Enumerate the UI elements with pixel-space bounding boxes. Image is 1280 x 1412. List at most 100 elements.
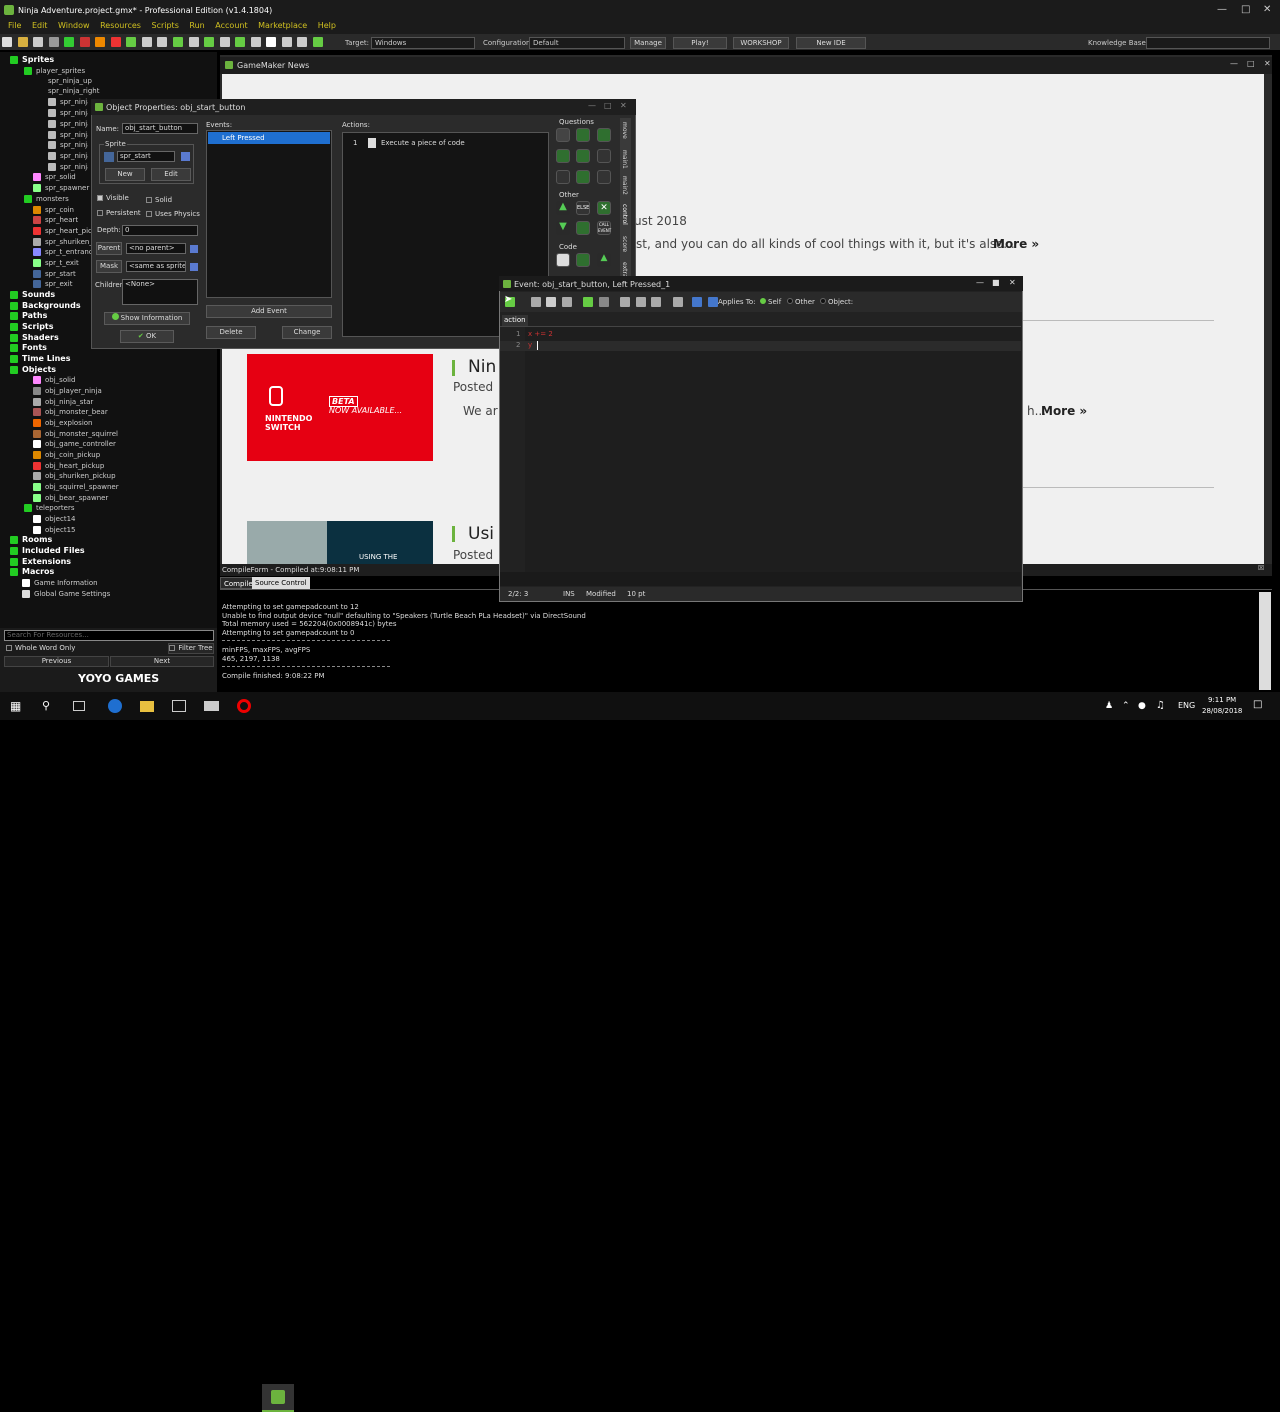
- triangle-down-icon[interactable]: ▼: [556, 221, 570, 235]
- palette-icon[interactable]: [556, 149, 570, 163]
- export-icon[interactable]: [48, 37, 59, 47]
- news-heading-2[interactable]: Nin: [468, 357, 496, 377]
- clock-time[interactable]: 9:11 PM: [1208, 696, 1236, 704]
- edge-icon[interactable]: [108, 699, 122, 713]
- path-icon[interactable]: [173, 37, 184, 47]
- tree-item[interactable]: obj_player_ninja: [33, 386, 102, 396]
- tree-item[interactable]: spr_exit: [33, 279, 72, 289]
- repeat-icon[interactable]: [576, 221, 590, 235]
- notifications-icon[interactable]: □: [1253, 699, 1262, 710]
- delete-event-button[interactable]: Delete: [206, 326, 256, 339]
- obj-close-icon[interactable]: ✕: [620, 101, 627, 110]
- manage-button[interactable]: Manage: [630, 37, 666, 49]
- news-more-link-1[interactable]: More »: [993, 237, 1039, 251]
- tree-item[interactable]: spr_shuriken_: [33, 237, 91, 247]
- menu-account[interactable]: Account: [215, 21, 247, 30]
- palette-icon[interactable]: [597, 128, 611, 142]
- tree-global-settings[interactable]: Global Game Settings: [22, 589, 110, 599]
- run-icon[interactable]: [64, 37, 75, 47]
- else-icon[interactable]: ELSE: [576, 201, 590, 215]
- maximize-icon[interactable]: □: [1241, 4, 1250, 15]
- tree-item[interactable]: spr_ninja_right: [48, 86, 99, 96]
- tree-item[interactable]: spr_spawner: [33, 183, 89, 193]
- play-button[interactable]: Play!: [673, 37, 727, 49]
- call-event-icon[interactable]: CALL EVENT: [597, 221, 611, 235]
- tab-score[interactable]: score: [621, 236, 628, 252]
- exit-event-icon[interactable]: ✕: [597, 201, 611, 215]
- tab-move[interactable]: move: [621, 122, 628, 139]
- persistent-checkbox[interactable]: Persistent: [97, 209, 141, 217]
- network-icon[interactable]: ●: [1138, 701, 1146, 711]
- tree-folder-teleporters[interactable]: teleporters: [24, 503, 74, 513]
- uses-physics-checkbox[interactable]: Uses Physics: [146, 210, 200, 218]
- menu-run[interactable]: Run: [189, 21, 204, 30]
- applies-object-radio[interactable]: Object:: [820, 298, 853, 306]
- using-article-image[interactable]: USING THE: [247, 521, 433, 564]
- menu-marketplace[interactable]: Marketplace: [258, 21, 307, 30]
- volume-icon[interactable]: ♫: [1156, 700, 1165, 711]
- target-select[interactable]: Windows: [371, 37, 475, 49]
- store-icon[interactable]: [172, 700, 186, 712]
- clean-icon[interactable]: [110, 37, 121, 47]
- tree-objects[interactable]: Objects: [10, 365, 56, 375]
- open-icon[interactable]: [17, 37, 28, 47]
- code-maximize-icon[interactable]: ■: [992, 278, 1000, 287]
- menu-scripts[interactable]: Scripts: [151, 21, 178, 30]
- stop-icon[interactable]: [95, 37, 106, 47]
- find-icon[interactable]: [672, 297, 683, 307]
- code-tab-action[interactable]: action: [502, 315, 528, 326]
- settings-icon[interactable]: [297, 37, 308, 47]
- tree-item[interactable]: spr_heart: [33, 215, 78, 225]
- file-explorer-icon[interactable]: [140, 701, 154, 712]
- line-numbers-icon[interactable]: [692, 297, 703, 307]
- script-icon[interactable]: [188, 37, 199, 47]
- depth-input[interactable]: 0: [122, 225, 198, 236]
- paste-icon[interactable]: [651, 297, 662, 307]
- sprite-select[interactable]: spr_start: [117, 151, 175, 162]
- new-sprite-button[interactable]: New: [105, 168, 145, 181]
- tree-item[interactable]: obj_monster_squirrel: [33, 429, 118, 439]
- cut-icon[interactable]: [620, 297, 631, 307]
- menu-resources[interactable]: Resources: [100, 21, 141, 30]
- menu-edit[interactable]: Edit: [32, 21, 48, 30]
- mask-select[interactable]: <same as sprite>: [126, 261, 186, 272]
- children-list[interactable]: <None>: [122, 279, 198, 305]
- parent-button[interactable]: Parent: [96, 242, 122, 255]
- tree-item[interactable]: object14: [33, 514, 75, 524]
- tree-game-info[interactable]: Game Information: [22, 578, 98, 588]
- tree-item[interactable]: spr_t_exit: [33, 258, 79, 268]
- copy-icon[interactable]: [635, 297, 646, 307]
- people-icon[interactable]: ♟: [1105, 701, 1113, 711]
- clock-date[interactable]: 28/08/2018: [1202, 707, 1242, 715]
- config-select[interactable]: Default: [529, 37, 625, 49]
- compile-scrollbar[interactable]: [1259, 592, 1271, 690]
- tree-player-sprites[interactable]: player_sprites: [24, 66, 85, 76]
- tree-item[interactable]: spr_t_entranc: [33, 247, 91, 257]
- tree-sprites[interactable]: Sprites: [10, 55, 54, 65]
- mail-icon[interactable]: [204, 701, 219, 711]
- mask-menu-icon[interactable]: [190, 263, 198, 271]
- event-item-left-pressed[interactable]: Left Pressed: [208, 132, 330, 144]
- sprite-menu-icon[interactable]: [181, 152, 190, 161]
- tree-item[interactable]: spr_ninja: [48, 119, 88, 129]
- news-minimize-icon[interactable]: —: [1230, 59, 1238, 68]
- tab-control[interactable]: control: [621, 204, 628, 225]
- new-ide-button[interactable]: New IDE: [796, 37, 866, 49]
- palette-icon[interactable]: [576, 128, 590, 142]
- redo-icon[interactable]: [598, 297, 609, 307]
- code-close-icon[interactable]: ✕: [1009, 278, 1016, 287]
- timeline-icon[interactable]: [235, 37, 246, 47]
- nintendo-switch-image[interactable]: NINTENDO SWITCH BETA NOW AVAILABLE...: [247, 354, 433, 461]
- game-info-icon[interactable]: [281, 37, 292, 47]
- obj-minimize-icon[interactable]: —: [588, 101, 596, 110]
- tree-item[interactable]: spr_ninja: [48, 151, 88, 161]
- tree-item[interactable]: spr_solid: [33, 172, 76, 182]
- code-minimize-icon[interactable]: —: [976, 278, 984, 287]
- news-close-icon[interactable]: ✕: [1264, 59, 1271, 68]
- gamemaker-task-button[interactable]: [262, 1384, 294, 1412]
- comment-icon[interactable]: ▲: [597, 253, 611, 267]
- visible-checkbox[interactable]: Visible: [97, 194, 129, 202]
- task-view-icon[interactable]: [73, 701, 85, 711]
- object-icon[interactable]: [250, 37, 261, 47]
- tree-macros[interactable]: Macros: [10, 567, 54, 577]
